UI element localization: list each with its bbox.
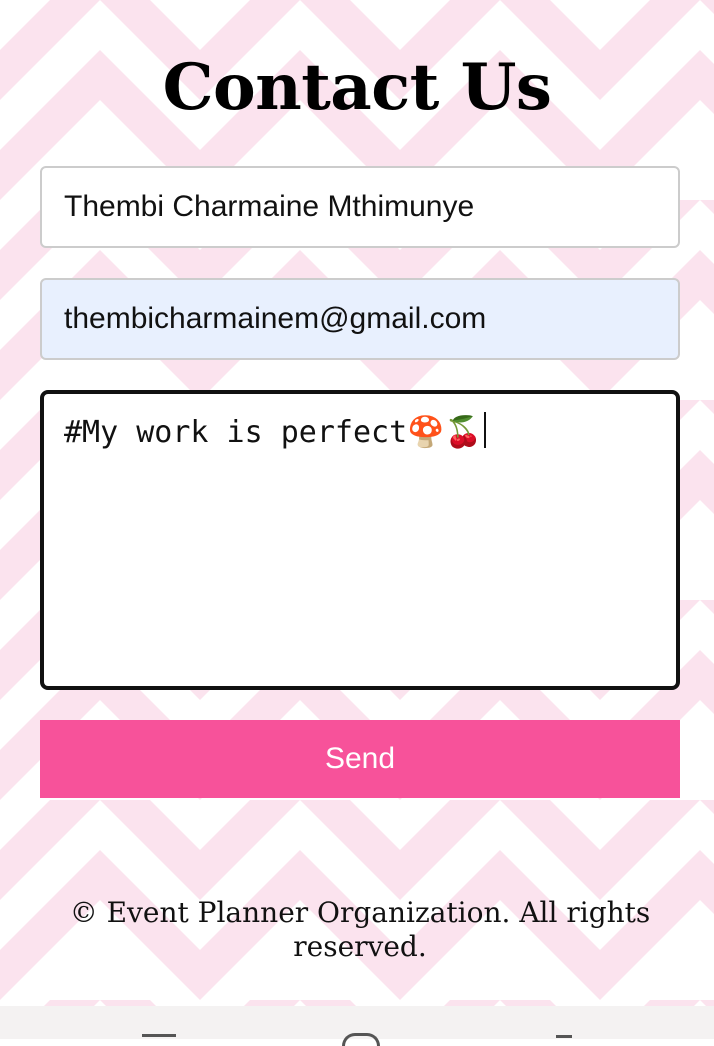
- recents-icon[interactable]: [142, 1034, 176, 1037]
- name-field[interactable]: Thembi Charmaine Mthimunye: [40, 166, 680, 248]
- text-caret: [483, 412, 486, 448]
- contact-page: Contact Us Thembi Charmaine Mthimunye th…: [0, 0, 714, 1006]
- footer-copyright: © Event Planner Organization. All rights…: [69, 896, 651, 963]
- message-value: #My work is perfect🍄🍒: [64, 412, 486, 454]
- email-field[interactable]: thembicharmainem@gmail.com: [40, 278, 680, 360]
- system-navigation-bar: [0, 1006, 714, 1046]
- send-button[interactable]: Send: [40, 720, 680, 798]
- email-value: thembicharmainem@gmail.com: [64, 302, 487, 335]
- page-title: Contact Us: [162, 50, 552, 125]
- name-value: Thembi Charmaine Mthimunye: [64, 190, 475, 223]
- message-textarea[interactable]: #My work is perfect🍄🍒: [40, 390, 680, 690]
- back-icon[interactable]: [556, 1035, 572, 1038]
- home-icon[interactable]: [342, 1033, 380, 1046]
